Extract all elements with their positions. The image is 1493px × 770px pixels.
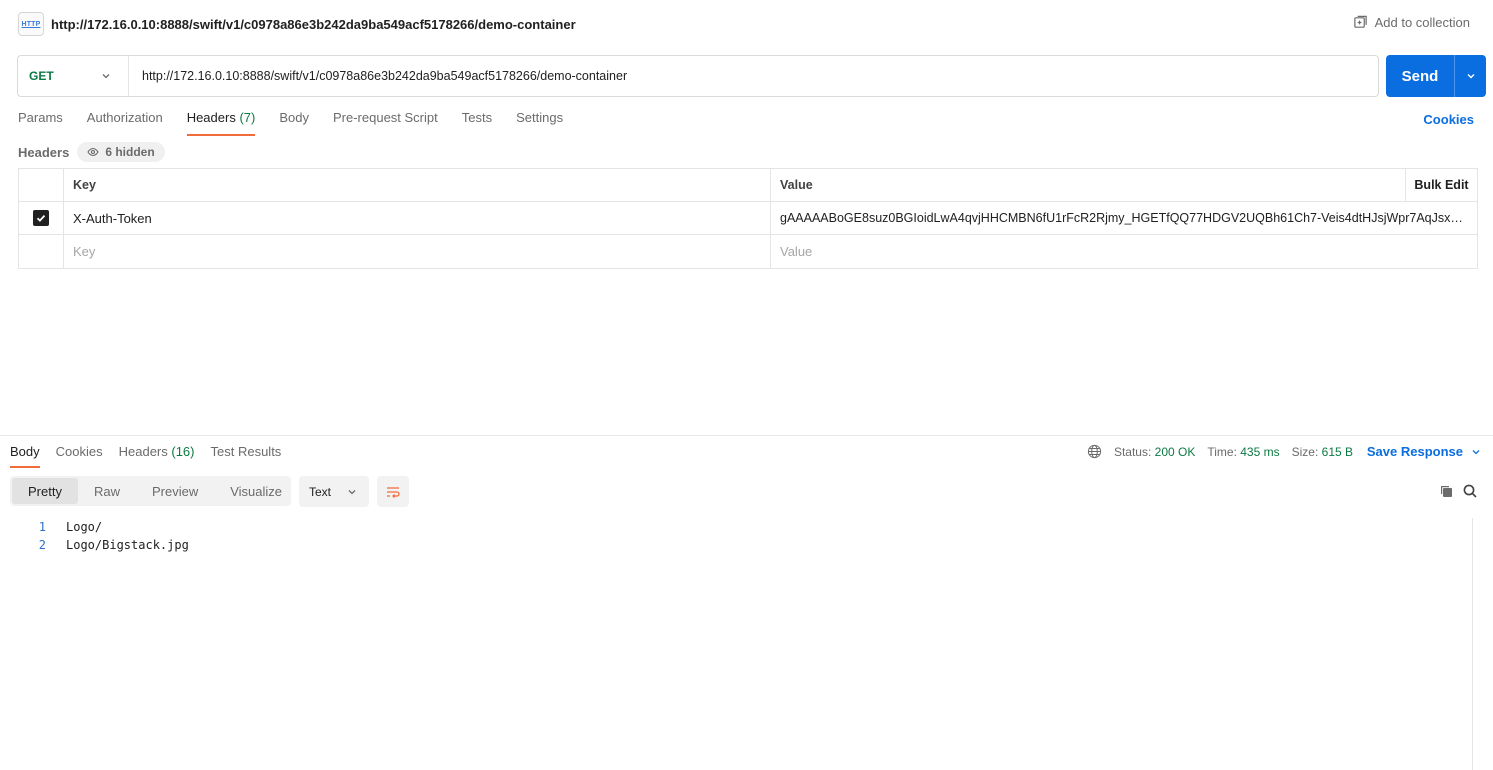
add-to-collection-icon [1353, 15, 1367, 28]
tab-headers-count: (7) [239, 110, 256, 125]
request-tabs: Params Authorization Headers (7) Body Pr… [18, 110, 563, 138]
checkmark-icon [36, 214, 46, 222]
response-headers-label: Headers [118, 444, 168, 459]
chevron-down-icon [1472, 449, 1480, 454]
url-input[interactable]: http://172.16.0.10:8888/swift/v1/c0978a8… [129, 69, 1378, 83]
response-meta: Status: 200 OK Time: 435 ms Size: 615 B [1087, 444, 1353, 459]
line-number: 2 [38, 538, 46, 552]
format-preview-button[interactable]: Preview [136, 478, 214, 504]
header-key-input[interactable]: X-Auth-Token [64, 202, 771, 234]
time-info[interactable]: Time: 435 ms [1207, 445, 1279, 459]
pane-divider[interactable] [0, 435, 1493, 436]
line-content: Logo/Bigstack.jpg [66, 538, 189, 552]
new-key-input[interactable]: Key [64, 235, 771, 268]
tab-response-headers[interactable]: Headers (16) [119, 444, 195, 468]
table-row-new: Key Value [19, 235, 1477, 268]
response-tabs: Body Cookies Headers (16) Test Results [10, 444, 281, 468]
tab-response-body[interactable]: Body [10, 444, 40, 468]
eye-icon [87, 147, 99, 157]
tab-pre-request-script[interactable]: Pre-request Script [333, 110, 438, 138]
bulk-edit-button[interactable]: Bulk Edit [1405, 169, 1477, 201]
table-header-row: Key Value Bulk Edit [19, 169, 1477, 202]
url-bar: GET http://172.16.0.10:8888/swift/v1/c09… [17, 55, 1379, 97]
header-value-cell[interactable]: gAAAAABoGE8suz0BGIoidLwA4qvjHHCMBN6fU1rF… [771, 202, 1477, 234]
new-value-input[interactable]: Value [771, 235, 1477, 268]
copy-icon[interactable] [1438, 483, 1454, 499]
line-number: 1 [38, 520, 46, 534]
key-column-header: Key [64, 169, 771, 201]
tab-tests[interactable]: Tests [462, 110, 492, 138]
status-info[interactable]: Status: 200 OK [1114, 445, 1195, 459]
time-label: Time: [1207, 444, 1237, 459]
chevron-down-icon [348, 489, 356, 494]
editor-scrollbar[interactable] [1472, 518, 1473, 770]
status-value: 200 OK [1154, 444, 1196, 459]
send-button[interactable]: Send [1386, 55, 1486, 97]
hidden-headers-count: 6 hidden [105, 145, 155, 159]
content-type-select[interactable]: Text [299, 476, 369, 507]
header-enabled-checkbox[interactable] [33, 210, 49, 226]
status-label: Status: [1113, 444, 1152, 459]
http-request-icon: HTTP [18, 12, 44, 36]
add-to-collection-button[interactable]: Add to collection [1353, 15, 1470, 30]
response-headers-count: (16) [171, 444, 195, 459]
send-options-button[interactable] [1455, 71, 1486, 81]
size-info[interactable]: Size: 615 B [1292, 445, 1353, 459]
time-value: 435 ms [1240, 444, 1280, 459]
add-to-collection-label: Add to collection [1374, 15, 1470, 30]
format-pretty-button[interactable]: Pretty [12, 478, 78, 504]
code-line: 1 Logo/ [0, 518, 1470, 536]
size-value: 615 B [1321, 444, 1353, 459]
tab-headers[interactable]: Headers (7) [186, 110, 256, 138]
search-icon[interactable] [1462, 483, 1478, 499]
headers-label: Headers [18, 144, 70, 160]
tab-headers-label: Headers [186, 110, 236, 125]
checkbox-column-header [19, 169, 64, 201]
send-label: Send [1401, 67, 1439, 85]
table-row: X-Auth-Token gAAAAABoGE8suz0BGIoidLwA4qv… [19, 202, 1477, 235]
tab-params[interactable]: Params [18, 110, 63, 138]
format-visualize-button[interactable]: Visualize [214, 478, 298, 504]
save-response-label: Save Response [1366, 444, 1463, 459]
globe-icon[interactable] [1087, 444, 1102, 459]
format-raw-button[interactable]: Raw [78, 478, 136, 504]
chevron-down-icon [1467, 74, 1474, 79]
value-column-header: Value [780, 178, 813, 192]
row-checkbox-cell [19, 235, 64, 268]
request-title-bar: HTTP http://172.16.0.10:8888/swift/v1/c0… [0, 0, 1493, 48]
wrap-lines-button[interactable] [377, 476, 409, 507]
method-select[interactable]: GET [18, 56, 129, 96]
tab-settings[interactable]: Settings [516, 110, 563, 138]
wrap-lines-icon [387, 486, 400, 498]
tab-test-results[interactable]: Test Results [211, 444, 282, 468]
method-label: GET [29, 69, 54, 83]
row-checkbox-cell [19, 202, 64, 234]
headers-table: Key Value Bulk Edit X-Auth-Token gAAAAAB… [18, 168, 1478, 269]
cookies-link[interactable]: Cookies [1423, 112, 1474, 127]
tab-body[interactable]: Body [279, 110, 309, 138]
content-type-label: Text [309, 484, 332, 499]
save-response-button[interactable]: Save Response [1367, 444, 1481, 459]
format-toggle-group: Pretty Raw Preview Visualize [10, 476, 291, 506]
headers-section-header: Headers 6 hidden [18, 142, 165, 162]
request-title[interactable]: http://172.16.0.10:8888/swift/v1/c0978a8… [51, 17, 576, 32]
size-label: Size: [1291, 444, 1319, 459]
response-body-editor[interactable]: 1 Logo/ 2 Logo/Bigstack.jpg [0, 518, 1470, 554]
chevron-down-icon [102, 74, 110, 79]
line-content: Logo/ [66, 520, 103, 534]
header-value-input[interactable]: gAAAAABoGE8suz0BGIoidLwA4qvjHHCMBN6fU1rF… [780, 211, 1470, 225]
code-line: 2 Logo/Bigstack.jpg [0, 536, 1470, 554]
hidden-headers-toggle[interactable]: 6 hidden [77, 142, 165, 162]
tab-authorization[interactable]: Authorization [87, 110, 163, 138]
tab-response-cookies[interactable]: Cookies [56, 444, 103, 468]
